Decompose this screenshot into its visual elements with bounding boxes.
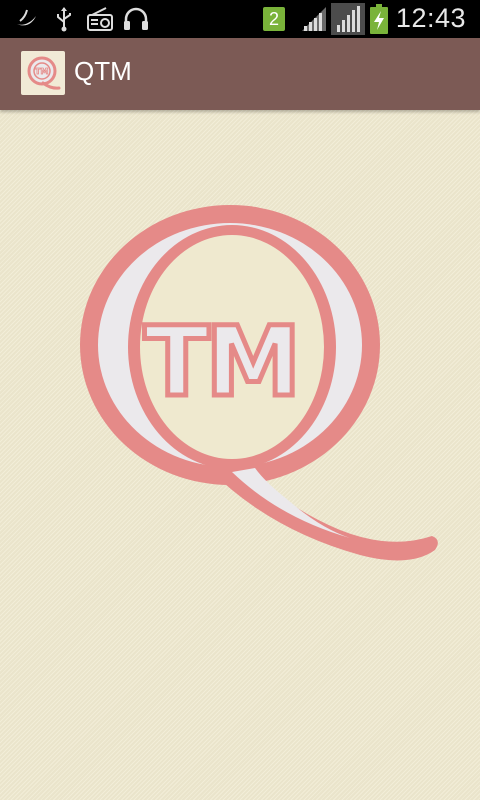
logo-text: TM [144, 306, 297, 418]
svg-text:TM: TM [35, 67, 48, 76]
action-bar: TM QTM [0, 38, 480, 110]
usb-icon [57, 7, 71, 32]
do-not-disturb-moon-icon [17, 9, 36, 26]
qtm-app-icon[interactable]: TM [21, 51, 65, 95]
app-title: QTM [74, 56, 132, 86]
status-time: 12:43 [395, 3, 466, 33]
qtm-logo: TM [80, 205, 438, 561]
signal-icon [302, 7, 326, 31]
sim-card-icon: 2 [263, 7, 285, 31]
radio-icon [87, 7, 113, 31]
battery-charging-icon [370, 4, 388, 34]
signal-icon [331, 3, 365, 35]
status-bar: 2 12:43 [0, 0, 480, 38]
app-screen: 2 12:43 TM QTM TM [0, 0, 480, 800]
headphones-icon [124, 7, 148, 30]
